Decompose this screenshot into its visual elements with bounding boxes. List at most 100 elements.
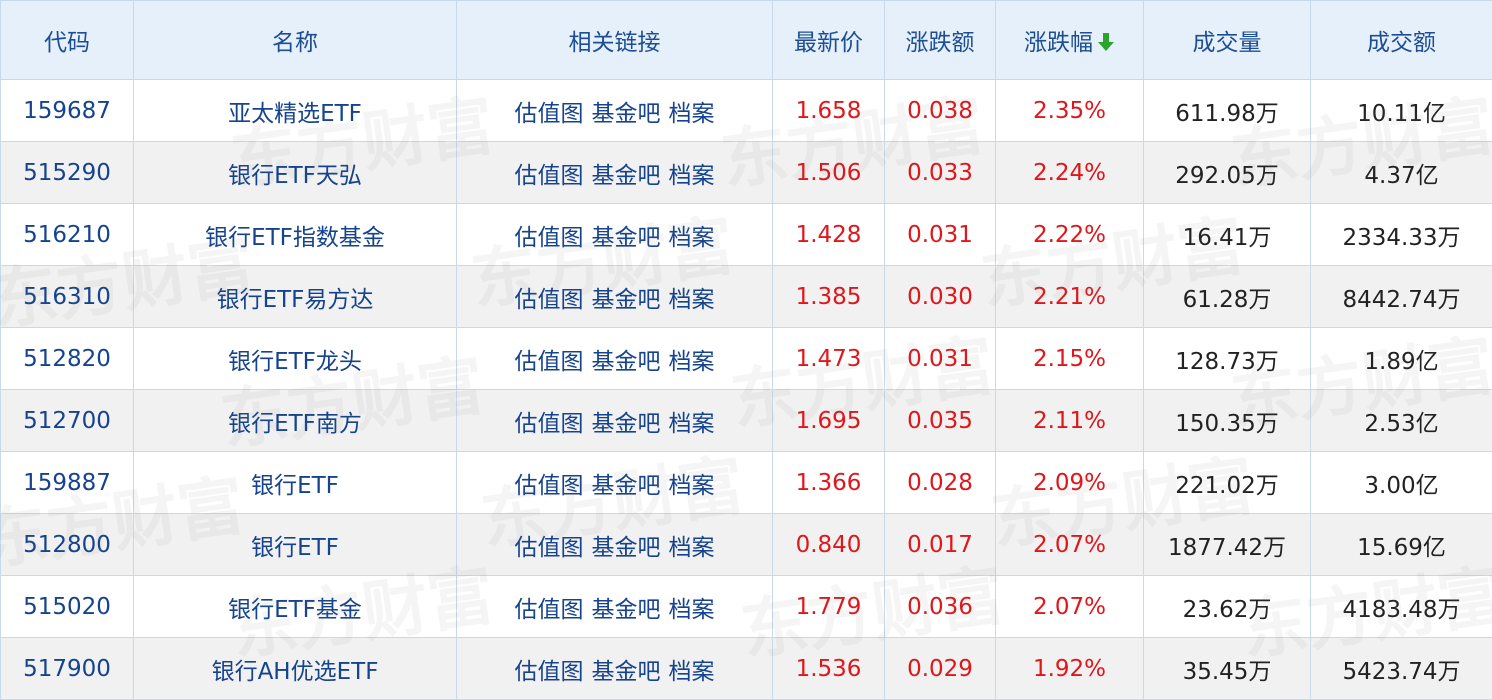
cell-price: 1.366 (772, 451, 885, 514)
header-code[interactable]: 代码 (0, 0, 134, 80)
header-amount[interactable]: 成交额 (1310, 0, 1492, 80)
cell-change: 0.035 (884, 389, 996, 452)
cell-change-pct: 2.11% (995, 389, 1144, 452)
header-change-pct-label: 涨跌幅 (1024, 30, 1093, 56)
cell-amount: 4.37亿 (1310, 141, 1492, 204)
link-fund-forum[interactable]: 基金吧 (592, 349, 661, 375)
link-valuation-chart[interactable]: 估值图 (515, 287, 584, 313)
cell-volume: 221.02万 (1143, 451, 1311, 514)
cell-price: 1.536 (772, 637, 885, 700)
header-volume[interactable]: 成交量 (1143, 0, 1311, 80)
cell-code[interactable]: 516210 (0, 203, 134, 266)
cell-name[interactable]: 银行ETF指数基金 (133, 203, 457, 266)
link-fund-forum[interactable]: 基金吧 (592, 535, 661, 561)
link-profile[interactable]: 档案 (669, 225, 715, 251)
link-fund-forum[interactable]: 基金吧 (592, 101, 661, 127)
cell-change-pct: 2.22% (995, 203, 1144, 266)
table-row: 159687 亚太精选ETF 估值图 基金吧 档案 1.658 0.038 2.35% 611.… (0, 79, 1492, 142)
cell-name[interactable]: 银行ETF南方 (133, 389, 457, 452)
cell-volume: 611.98万 (1143, 79, 1311, 142)
link-fund-forum[interactable]: 基金吧 (592, 287, 661, 313)
header-change-pct[interactable]: 涨跌幅 (995, 0, 1144, 80)
table-row: 515290 银行ETF天弘 估值图 基金吧 档案 1.506 0.033 2.24% 292.… (0, 141, 1492, 204)
link-valuation-chart[interactable]: 估值图 (515, 225, 584, 251)
table-row: 512800 银行ETF 估值图 基金吧 档案 0.840 0.017 2.07% 1877.4… (0, 513, 1492, 576)
header-price[interactable]: 最新价 (772, 0, 885, 80)
table-row: 516310 银行ETF易方达 估值图 基金吧 档案 1.385 0.030 2.21% 61.… (0, 265, 1492, 328)
cell-code[interactable]: 515020 (0, 575, 134, 638)
cell-change: 0.030 (884, 265, 996, 328)
cell-price: 1.385 (772, 265, 885, 328)
link-valuation-chart[interactable]: 估值图 (515, 411, 584, 437)
cell-name[interactable]: 银行ETF龙头 (133, 327, 457, 390)
arrow-down-icon[interactable] (1097, 32, 1115, 52)
cell-name[interactable]: 银行AH优选ETF (133, 637, 457, 700)
link-profile[interactable]: 档案 (669, 597, 715, 623)
cell-amount: 4183.48万 (1310, 575, 1492, 638)
header-row: 代码 名称 相关链接 最新价 涨跌额 涨跌幅 成交量 成交额 (0, 0, 1492, 80)
link-valuation-chart[interactable]: 估值图 (515, 535, 584, 561)
link-profile[interactable]: 档案 (669, 287, 715, 313)
link-valuation-chart[interactable]: 估值图 (515, 659, 584, 685)
link-fund-forum[interactable]: 基金吧 (592, 659, 661, 685)
cell-amount: 15.69亿 (1310, 513, 1492, 576)
cell-links: 估值图 基金吧 档案 (456, 141, 773, 204)
cell-name[interactable]: 银行ETF天弘 (133, 141, 457, 204)
table-body: 159687 亚太精选ETF 估值图 基金吧 档案 1.658 0.038 2.35% 611.… (0, 79, 1492, 700)
cell-change-pct: 2.15% (995, 327, 1144, 390)
cell-change-pct: 2.07% (995, 513, 1144, 576)
link-fund-forum[interactable]: 基金吧 (592, 163, 661, 189)
link-profile[interactable]: 档案 (669, 163, 715, 189)
link-profile[interactable]: 档案 (669, 659, 715, 685)
cell-name[interactable]: 亚太精选ETF (133, 79, 457, 142)
link-profile[interactable]: 档案 (669, 535, 715, 561)
cell-name[interactable]: 银行ETF (133, 451, 457, 514)
cell-code[interactable]: 512800 (0, 513, 134, 576)
link-valuation-chart[interactable]: 估值图 (515, 163, 584, 189)
link-fund-forum[interactable]: 基金吧 (592, 597, 661, 623)
cell-name[interactable]: 银行ETF易方达 (133, 265, 457, 328)
table-row: 516210 银行ETF指数基金 估值图 基金吧 档案 1.428 0.031 2.22% 16… (0, 203, 1492, 266)
cell-code[interactable]: 517900 (0, 637, 134, 700)
cell-change-pct: 2.21% (995, 265, 1144, 328)
link-valuation-chart[interactable]: 估值图 (515, 101, 584, 127)
cell-links: 估值图 基金吧 档案 (456, 79, 773, 142)
etf-quote-table: 代码 名称 相关链接 最新价 涨跌额 涨跌幅 成交量 成交额 159687 亚太精… (0, 0, 1492, 700)
cell-change: 0.031 (884, 327, 996, 390)
cell-amount: 10.11亿 (1310, 79, 1492, 142)
table-row: 515020 银行ETF基金 估值图 基金吧 档案 1.779 0.036 2.07% 23.6… (0, 575, 1492, 638)
header-name[interactable]: 名称 (133, 0, 457, 80)
cell-amount: 3.00亿 (1310, 451, 1492, 514)
cell-volume: 16.41万 (1143, 203, 1311, 266)
cell-amount: 1.89亿 (1310, 327, 1492, 390)
header-change[interactable]: 涨跌额 (884, 0, 996, 80)
cell-change-pct: 2.07% (995, 575, 1144, 638)
link-profile[interactable]: 档案 (669, 349, 715, 375)
cell-name[interactable]: 银行ETF (133, 513, 457, 576)
cell-code[interactable]: 512820 (0, 327, 134, 390)
cell-volume: 61.28万 (1143, 265, 1311, 328)
cell-links: 估值图 基金吧 档案 (456, 637, 773, 700)
cell-code[interactable]: 515290 (0, 141, 134, 204)
cell-code[interactable]: 159687 (0, 79, 134, 142)
cell-code[interactable]: 159887 (0, 451, 134, 514)
cell-change-pct: 2.35% (995, 79, 1144, 142)
cell-amount: 5423.74万 (1310, 637, 1492, 700)
link-profile[interactable]: 档案 (669, 101, 715, 127)
cell-change: 0.036 (884, 575, 996, 638)
link-fund-forum[interactable]: 基金吧 (592, 411, 661, 437)
cell-code[interactable]: 516310 (0, 265, 134, 328)
link-valuation-chart[interactable]: 估值图 (515, 597, 584, 623)
link-fund-forum[interactable]: 基金吧 (592, 473, 661, 499)
link-valuation-chart[interactable]: 估值图 (515, 349, 584, 375)
link-profile[interactable]: 档案 (669, 411, 715, 437)
link-profile[interactable]: 档案 (669, 473, 715, 499)
link-fund-forum[interactable]: 基金吧 (592, 225, 661, 251)
table-row: 512820 银行ETF龙头 估值图 基金吧 档案 1.473 0.031 2.15% 128.… (0, 327, 1492, 390)
cell-links: 估值图 基金吧 档案 (456, 451, 773, 514)
cell-code[interactable]: 512700 (0, 389, 134, 452)
cell-name[interactable]: 银行ETF基金 (133, 575, 457, 638)
link-valuation-chart[interactable]: 估值图 (515, 473, 584, 499)
cell-change-pct: 2.09% (995, 451, 1144, 514)
cell-change-pct: 2.24% (995, 141, 1144, 204)
